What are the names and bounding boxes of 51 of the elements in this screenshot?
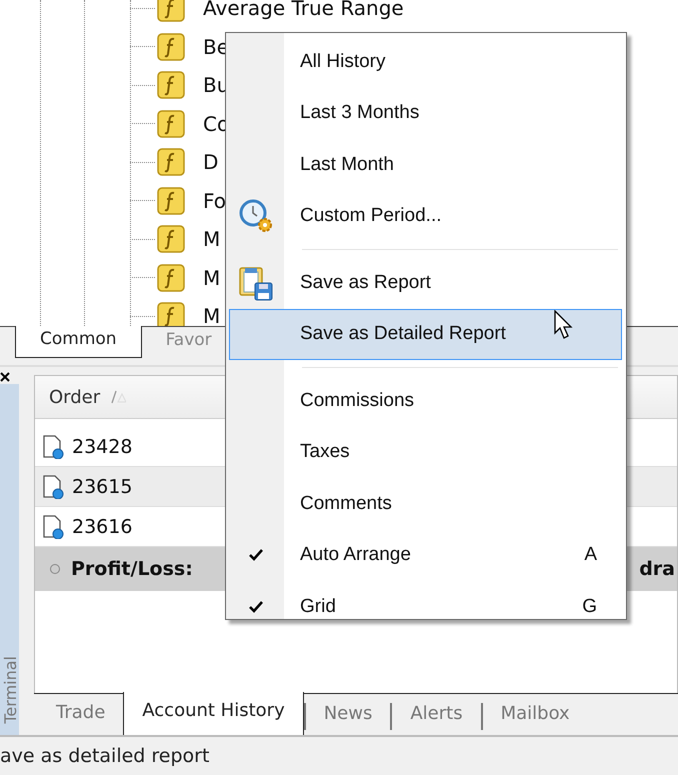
terminal-tab[interactable]: Trade — [38, 694, 124, 738]
menu-item[interactable]: Save as Detailed Report — [229, 308, 622, 360]
close-icon[interactable] — [0, 372, 10, 382]
panel-title: Terminal — [3, 656, 18, 724]
function-icon — [157, 32, 185, 61]
order-icon — [42, 514, 64, 538]
function-icon — [157, 264, 185, 292]
function-icon — [157, 71, 185, 100]
function-icon — [157, 302, 185, 326]
terminal-tab[interactable]: Account History — [123, 692, 304, 737]
menu-item[interactable]: Comments — [229, 478, 622, 530]
menu-item[interactable]: Taxes — [229, 426, 622, 478]
terminal-tab[interactable]: Alerts — [390, 703, 481, 730]
terminal-tab[interactable]: News — [304, 703, 390, 730]
mouse-cursor-icon — [554, 310, 574, 340]
profit-loss-label: Profit/Loss: — [71, 558, 193, 580]
menu-item[interactable]: All History — [229, 36, 622, 88]
status-text: ave as detailed report — [0, 745, 210, 767]
column-header[interactable]: Order — [49, 386, 126, 408]
order-number: 23616 — [72, 516, 132, 538]
order-number: 23428 — [72, 436, 132, 458]
menu-item[interactable]: Auto Arrange A — [229, 530, 622, 581]
menu-item[interactable]: Custom Period... — [229, 190, 622, 242]
function-icon — [157, 0, 185, 22]
indicator-name[interactable]: M — [203, 227, 220, 252]
indicator-name[interactable]: Average True Range — [203, 0, 404, 20]
shortcut-key: G — [582, 596, 597, 618]
shortcut-key: A — [584, 544, 597, 566]
order-icon — [42, 434, 64, 458]
order-icon — [42, 474, 64, 498]
terminal-tab[interactable]: Mailbox — [480, 703, 588, 730]
menu-item[interactable]: Commissions — [229, 375, 622, 426]
function-icon — [157, 148, 185, 176]
function-icon — [157, 225, 185, 254]
clock-gear-icon — [238, 198, 274, 234]
sort-icon — [110, 390, 126, 404]
function-icon — [157, 186, 185, 215]
indicator-name[interactable]: Fo — [203, 188, 226, 213]
report-save-icon — [238, 264, 274, 301]
indicator-name[interactable]: D — [203, 150, 218, 174]
menu-item[interactable]: Grid G — [229, 581, 622, 632]
menu-item[interactable]: Last Month — [229, 139, 622, 190]
function-icon — [157, 110, 185, 138]
indicator-name[interactable]: M — [203, 266, 220, 290]
order-number: 23615 — [72, 476, 132, 498]
summary-text: dra — [639, 558, 675, 580]
indicator-name[interactable]: M — [203, 304, 220, 326]
navigator-tab[interactable]: Common — [15, 326, 142, 358]
menu-item[interactable]: Last 3 Months — [229, 88, 622, 139]
status-dot-icon — [49, 563, 61, 575]
menu-item[interactable]: Save as Report — [229, 257, 622, 308]
